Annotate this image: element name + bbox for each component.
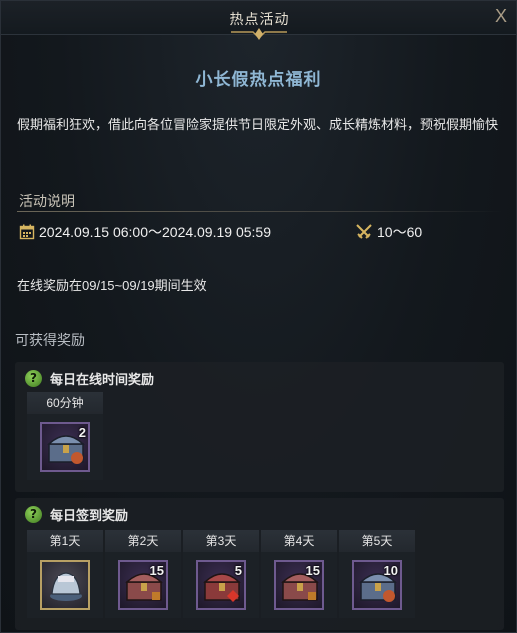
checkin-slot-day1: 第1天: [27, 530, 103, 618]
event-date-row: 2024.09.15 06:00～2024.09.19 05:59: [19, 221, 271, 243]
reward-item[interactable]: 15: [274, 560, 324, 610]
checkin-slot-day2: 第2天 15: [105, 530, 181, 618]
checkin-reward-label: 每日签到奖励: [50, 507, 129, 523]
checkin-reward-panel: ? 每日签到奖励 第1天 第2天 15 第3天 5 第4天 15 第5天 10: [15, 498, 504, 630]
event-title: 小长假热点福利: [195, 70, 322, 89]
online-reward-header: ? 每日在线时间奖励: [25, 368, 154, 388]
checkin-slot-day4: 第4天 15: [261, 530, 337, 618]
item-count: 10: [383, 563, 398, 578]
slot-header: 第1天: [27, 530, 103, 552]
reward-item[interactable]: 5: [196, 560, 246, 610]
reward-item[interactable]: 10: [352, 560, 402, 610]
slot-header: 60分钟: [27, 392, 103, 414]
title-ornament-icon: [231, 28, 287, 40]
online-reward-note: 在线奖励在09/15~09/19期间生效: [17, 278, 207, 293]
calendar-icon: [19, 224, 35, 240]
reward-item[interactable]: [40, 560, 90, 610]
reward-item[interactable]: 2: [40, 422, 90, 472]
item-count: 5: [234, 563, 242, 578]
item-count: 15: [305, 563, 320, 578]
event-description: 假期福利狂欢，借此向各位冒险家提供节日限定外观、成长精炼材料，预祝假期愉快: [17, 117, 499, 132]
online-reward-label: 每日在线时间奖励: [50, 371, 155, 387]
event-level-range: 10～60: [377, 224, 423, 240]
hot-event-window: 热点活动 X 小长假热点福利 假期福利狂欢，借此向各位冒险家提供节日限定外观、成…: [0, 0, 517, 633]
event-date-range: 2024.09.15 06:00～2024.09.19 05:59: [39, 224, 271, 240]
checkin-slot-day3: 第3天 5: [183, 530, 259, 618]
event-level-row: 10～60: [355, 221, 422, 243]
section-title: 活动说明: [19, 193, 75, 209]
checkin-reward-header: ? 每日签到奖励: [25, 504, 128, 524]
item-count: 15: [149, 563, 164, 578]
title-bar: 热点活动 X: [1, 1, 516, 40]
checkin-slot-day5: 第5天 10: [339, 530, 415, 618]
help-icon[interactable]: ?: [25, 369, 42, 387]
reward-item[interactable]: 15: [118, 560, 168, 610]
online-reward-panel: ? 每日在线时间奖励 60分钟 2: [15, 362, 504, 492]
help-icon[interactable]: ?: [25, 505, 42, 523]
helmet-costume-icon: [50, 572, 82, 601]
rewards-heading: 可获得奖励: [15, 332, 85, 348]
slot-header: 第5天: [339, 530, 415, 552]
slot-header: 第2天: [105, 530, 181, 552]
crossed-swords-icon: [356, 224, 372, 239]
close-button[interactable]: X: [490, 5, 512, 27]
section-divider: [17, 211, 503, 212]
slot-header: 第4天: [261, 530, 337, 552]
slot-header: 第3天: [183, 530, 259, 552]
item-count: 2: [78, 425, 86, 440]
reward-slot: 60分钟 2: [27, 392, 103, 480]
